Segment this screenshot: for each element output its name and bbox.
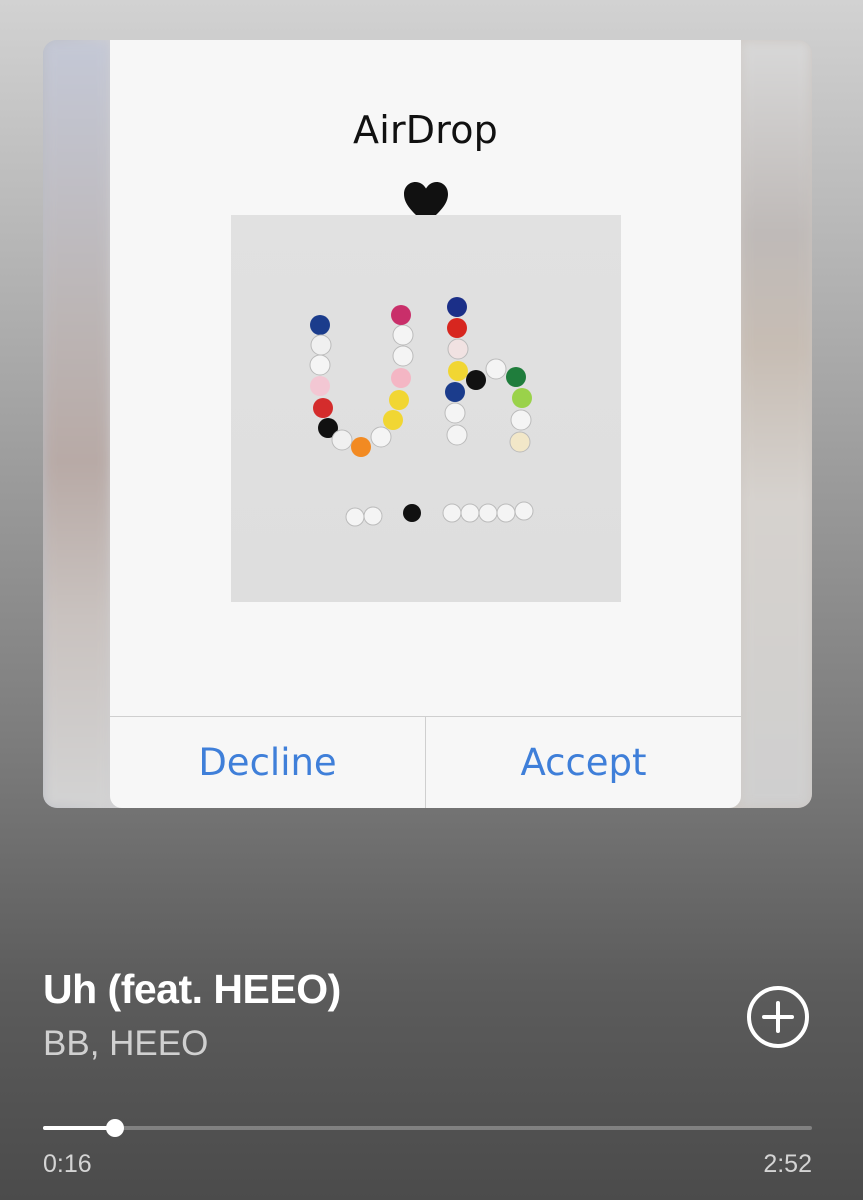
add-to-library-button[interactable] <box>745 984 811 1050</box>
accept-button[interactable]: Accept <box>426 717 741 808</box>
track-title: Uh (feat. HEEO) <box>43 966 341 1012</box>
airdrop-title: AirDrop <box>353 108 498 152</box>
artwork-edge-right <box>740 40 812 808</box>
bead-letter-h <box>444 297 532 453</box>
plus-circle-icon <box>747 986 809 1048</box>
progress-fill <box>43 1126 115 1130</box>
artwork-edge-left <box>43 40 111 808</box>
bead-letter-u <box>309 305 414 457</box>
elapsed-time: 0:16 <box>43 1150 92 1178</box>
progress-scrubber-handle[interactable] <box>105 1119 124 1137</box>
track-artist[interactable]: BB, HEEO <box>43 1024 208 1064</box>
album-cover-image <box>231 215 621 602</box>
playback-progress-bar[interactable] <box>43 1119 812 1137</box>
total-time: 2:52 <box>763 1150 812 1178</box>
decline-button[interactable]: Decline <box>110 717 425 808</box>
bead-caption <box>345 501 534 527</box>
